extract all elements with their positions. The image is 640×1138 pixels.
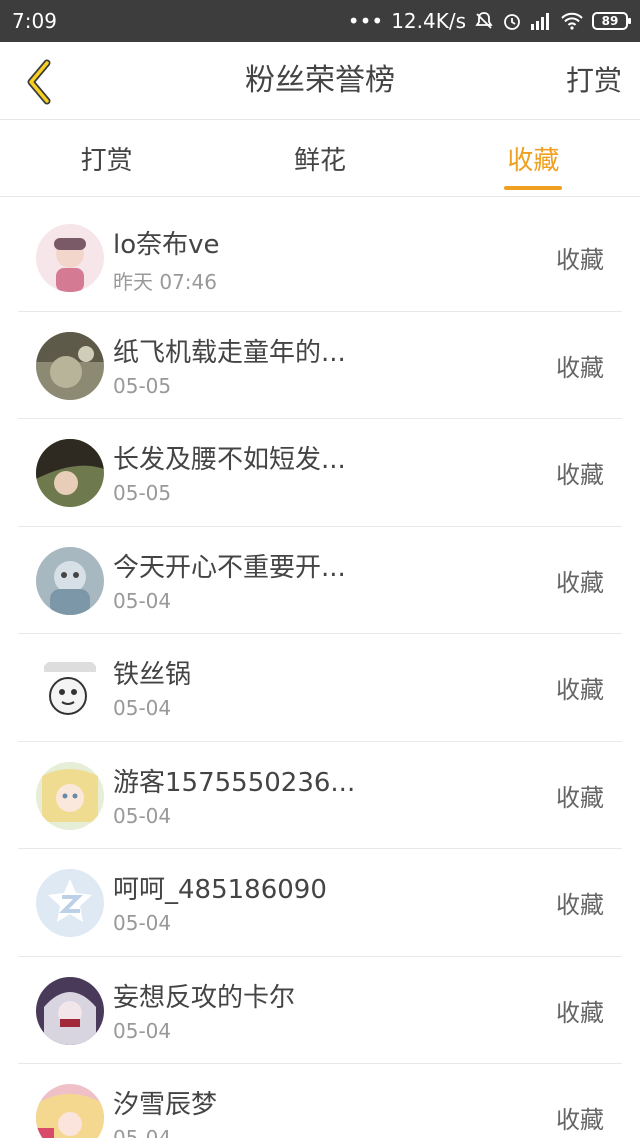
avatar	[36, 869, 104, 937]
fan-name: 汐雪辰梦	[113, 1090, 218, 1120]
network-speed: 12.4K/s	[391, 9, 466, 33]
alarm-icon	[502, 11, 522, 31]
fan-date: 05-04	[113, 1018, 172, 1043]
avatar	[36, 546, 104, 615]
battery-icon: 89	[592, 12, 631, 30]
fan-date: 05-04	[113, 588, 172, 613]
fan-name: 游客1575550236...	[113, 767, 356, 798]
list-item[interactable]: 长发及腰不如短发... 05-05 收藏	[18, 419, 622, 527]
action-label: 收藏	[556, 998, 604, 1027]
avatar	[36, 1084, 104, 1138]
wifi-icon	[560, 12, 584, 30]
app-header: 粉丝荣誉榜 打赏	[0, 42, 640, 120]
reward-button[interactable]: 打赏	[566, 42, 622, 120]
tab-label: 收藏	[507, 146, 560, 176]
fan-name: 纸飞机载走童年的...	[113, 337, 346, 368]
fan-name: 铁丝锅	[113, 660, 192, 690]
action-label: 收藏	[556, 461, 604, 489]
action-label: 收藏	[556, 353, 604, 382]
fan-name: 今天开心不重要开...	[113, 552, 346, 583]
tab-favorites[interactable]: 收藏	[427, 121, 640, 196]
fan-date: 05-04	[113, 1126, 172, 1138]
tab-label: 打赏	[80, 146, 133, 176]
page-title: 粉丝荣誉榜	[245, 63, 395, 98]
more-dots-icon: •••	[347, 9, 384, 33]
signal-icon	[530, 12, 552, 30]
status-icons: ••• 12.4K/s 89	[347, 9, 631, 33]
action-label: 收藏	[556, 568, 604, 597]
fan-list: lo奈布ve 昨天 07:46 收藏 纸飞机载走童年的... 05-05 收藏 …	[0, 204, 640, 1138]
fan-date: 05-04	[113, 696, 172, 720]
avatar	[36, 331, 104, 400]
avatar	[36, 976, 104, 1045]
mute-bell-icon	[474, 11, 494, 31]
action-label: 收藏	[556, 676, 604, 704]
status-bar: 7:09 ••• 12.4K/s 89	[0, 0, 640, 42]
tab-label: 鲜花	[293, 146, 346, 176]
list-item[interactable]: 今天开心不重要开... 05-04 收藏	[18, 527, 622, 634]
avatar	[36, 761, 104, 830]
status-time: 7:09	[12, 9, 57, 33]
fan-name: lo奈布ve	[113, 230, 220, 260]
action-label: 收藏	[556, 891, 604, 919]
list-item[interactable]: 汐雪辰梦 05-04 收藏	[18, 1064, 622, 1138]
list-item[interactable]: 妄想反攻的卡尔 05-04 收藏	[18, 957, 622, 1064]
avatar	[36, 439, 104, 507]
tab-bar: 打赏 鲜花 收藏	[0, 121, 640, 197]
action-label: 收藏	[556, 783, 604, 812]
list-item[interactable]: 游客1575550236... 05-04 收藏	[18, 742, 622, 849]
fan-date: 05-05	[113, 481, 172, 505]
avatar	[36, 224, 104, 292]
action-label: 收藏	[556, 1106, 604, 1134]
fan-date: 昨天 07:46	[113, 270, 217, 294]
list-item[interactable]: 铁丝锅 05-04 收藏	[18, 634, 622, 742]
tab-reward[interactable]: 打赏	[0, 121, 213, 196]
active-tab-indicator	[504, 186, 563, 190]
avatar	[36, 654, 104, 722]
list-item[interactable]: 呵呵_485186090 05-04 收藏	[18, 849, 622, 957]
list-item[interactable]: lo奈布ve 昨天 07:46 收藏	[18, 204, 622, 312]
list-item[interactable]: 纸飞机载走童年的... 05-05 收藏	[18, 312, 622, 419]
action-label: 收藏	[556, 246, 604, 274]
fan-name: 妄想反攻的卡尔	[113, 982, 296, 1013]
fan-date: 05-05	[113, 373, 172, 398]
tab-flowers[interactable]: 鲜花	[213, 121, 426, 196]
fan-date: 05-04	[113, 911, 172, 935]
fan-date: 05-04	[113, 803, 172, 828]
fan-name: 长发及腰不如短发...	[113, 445, 346, 475]
fan-name: 呵呵_485186090	[113, 875, 327, 905]
